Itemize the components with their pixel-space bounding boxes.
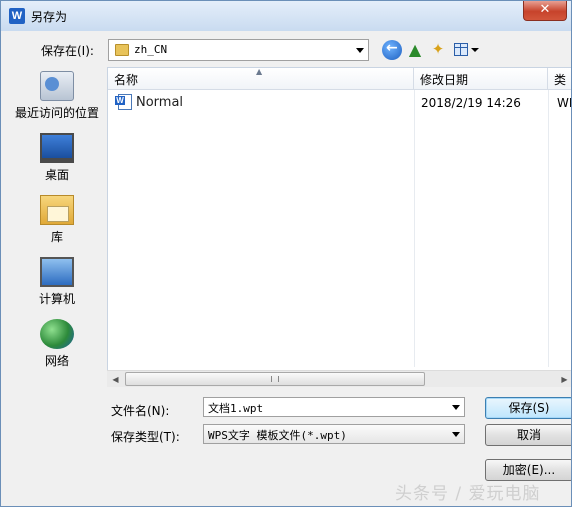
place-label: 库 xyxy=(50,230,63,244)
current-folder-name: zh_CN xyxy=(134,43,168,56)
column-header-modified[interactable]: 修改日期 xyxy=(414,68,548,90)
place-computer[interactable]: 计算机 xyxy=(9,257,105,307)
dialog-title: 另存为 xyxy=(31,10,68,24)
horizontal-scrollbar[interactable]: ◀ ▶ xyxy=(107,370,571,388)
up-folder-icon[interactable]: ▲ xyxy=(405,40,425,60)
folder-icon xyxy=(115,44,129,56)
save-in-label: 保存在(I): xyxy=(41,44,94,58)
save-in-dropdown[interactable]: zh_CN xyxy=(108,39,369,61)
column-divider xyxy=(414,90,415,367)
filename-input[interactable]: 文档1.wpt xyxy=(203,397,465,417)
place-libraries[interactable]: 库 xyxy=(9,195,105,245)
column-divider xyxy=(548,90,549,367)
network-icon xyxy=(40,319,74,349)
scroll-left-icon[interactable]: ◀ xyxy=(107,371,124,388)
save-button[interactable]: 保存(S) xyxy=(485,397,571,419)
place-recent[interactable]: 最近访问的位置 xyxy=(9,71,105,121)
title-bar[interactable]: W 另存为 ✕ xyxy=(1,1,571,31)
column-header-name[interactable]: ▲ 名称 xyxy=(108,67,414,90)
column-header-type[interactable]: 类型 xyxy=(548,68,571,90)
places-bar: 最近访问的位置 桌面 库 计算机 网络 xyxy=(9,67,105,459)
close-button[interactable]: ✕ xyxy=(523,1,567,21)
chevron-down-icon xyxy=(356,48,364,53)
scroll-right-icon[interactable]: ▶ xyxy=(556,371,571,388)
filetype-select[interactable]: WPS文字 模板文件(*.wpt) xyxy=(203,424,465,444)
chevron-down-icon[interactable] xyxy=(452,405,460,410)
sort-ascending-icon: ▲ xyxy=(256,67,263,76)
view-menu-button[interactable] xyxy=(453,40,479,60)
chevron-down-icon xyxy=(471,48,479,52)
filetype-value: WPS文字 模板文件(*.wpt) xyxy=(208,429,347,442)
new-folder-icon[interactable]: ✦ xyxy=(428,40,448,60)
chevron-down-icon xyxy=(452,432,460,437)
file-name: Normal xyxy=(136,95,184,110)
filetype-label: 保存类型(T): xyxy=(111,430,180,444)
file-list[interactable]: ▲ 名称 修改日期 类型 Normal 2018/2/19 14:26 WP xyxy=(107,67,571,385)
filename-value: 文档1.wpt xyxy=(208,402,264,415)
desktop-icon xyxy=(40,133,74,163)
place-label: 最近访问的位置 xyxy=(14,106,99,120)
file-row[interactable]: Normal 2018/2/19 14:26 WP xyxy=(108,92,571,112)
save-as-dialog: W 另存为 ✕ 保存在(I): zh_CN ▲ ✦ 最近访问的位置 桌面 库 计… xyxy=(0,0,572,507)
libraries-icon xyxy=(40,195,74,225)
place-label: 桌面 xyxy=(44,168,69,182)
place-label: 计算机 xyxy=(38,292,75,306)
cancel-button[interactable]: 取消 xyxy=(485,424,571,446)
file-type: WP xyxy=(557,96,571,110)
encrypt-button[interactable]: 加密(E)... xyxy=(485,459,571,481)
scrollbar-thumb[interactable] xyxy=(125,372,425,386)
wps-template-file-icon xyxy=(115,94,132,110)
place-desktop[interactable]: 桌面 xyxy=(9,133,105,183)
wps-writer-icon: W xyxy=(9,8,25,24)
view-grid-icon xyxy=(454,43,468,56)
grip-icon xyxy=(271,376,279,382)
filename-label: 文件名(N): xyxy=(111,404,170,418)
watermark-text: 头条号 / 爱玩电脑 xyxy=(395,484,541,504)
place-label: 网络 xyxy=(44,354,69,368)
recent-places-icon xyxy=(40,71,74,101)
place-network[interactable]: 网络 xyxy=(9,319,105,369)
back-icon[interactable] xyxy=(382,40,402,60)
computer-icon xyxy=(40,257,74,287)
file-modified: 2018/2/19 14:26 xyxy=(421,96,521,110)
